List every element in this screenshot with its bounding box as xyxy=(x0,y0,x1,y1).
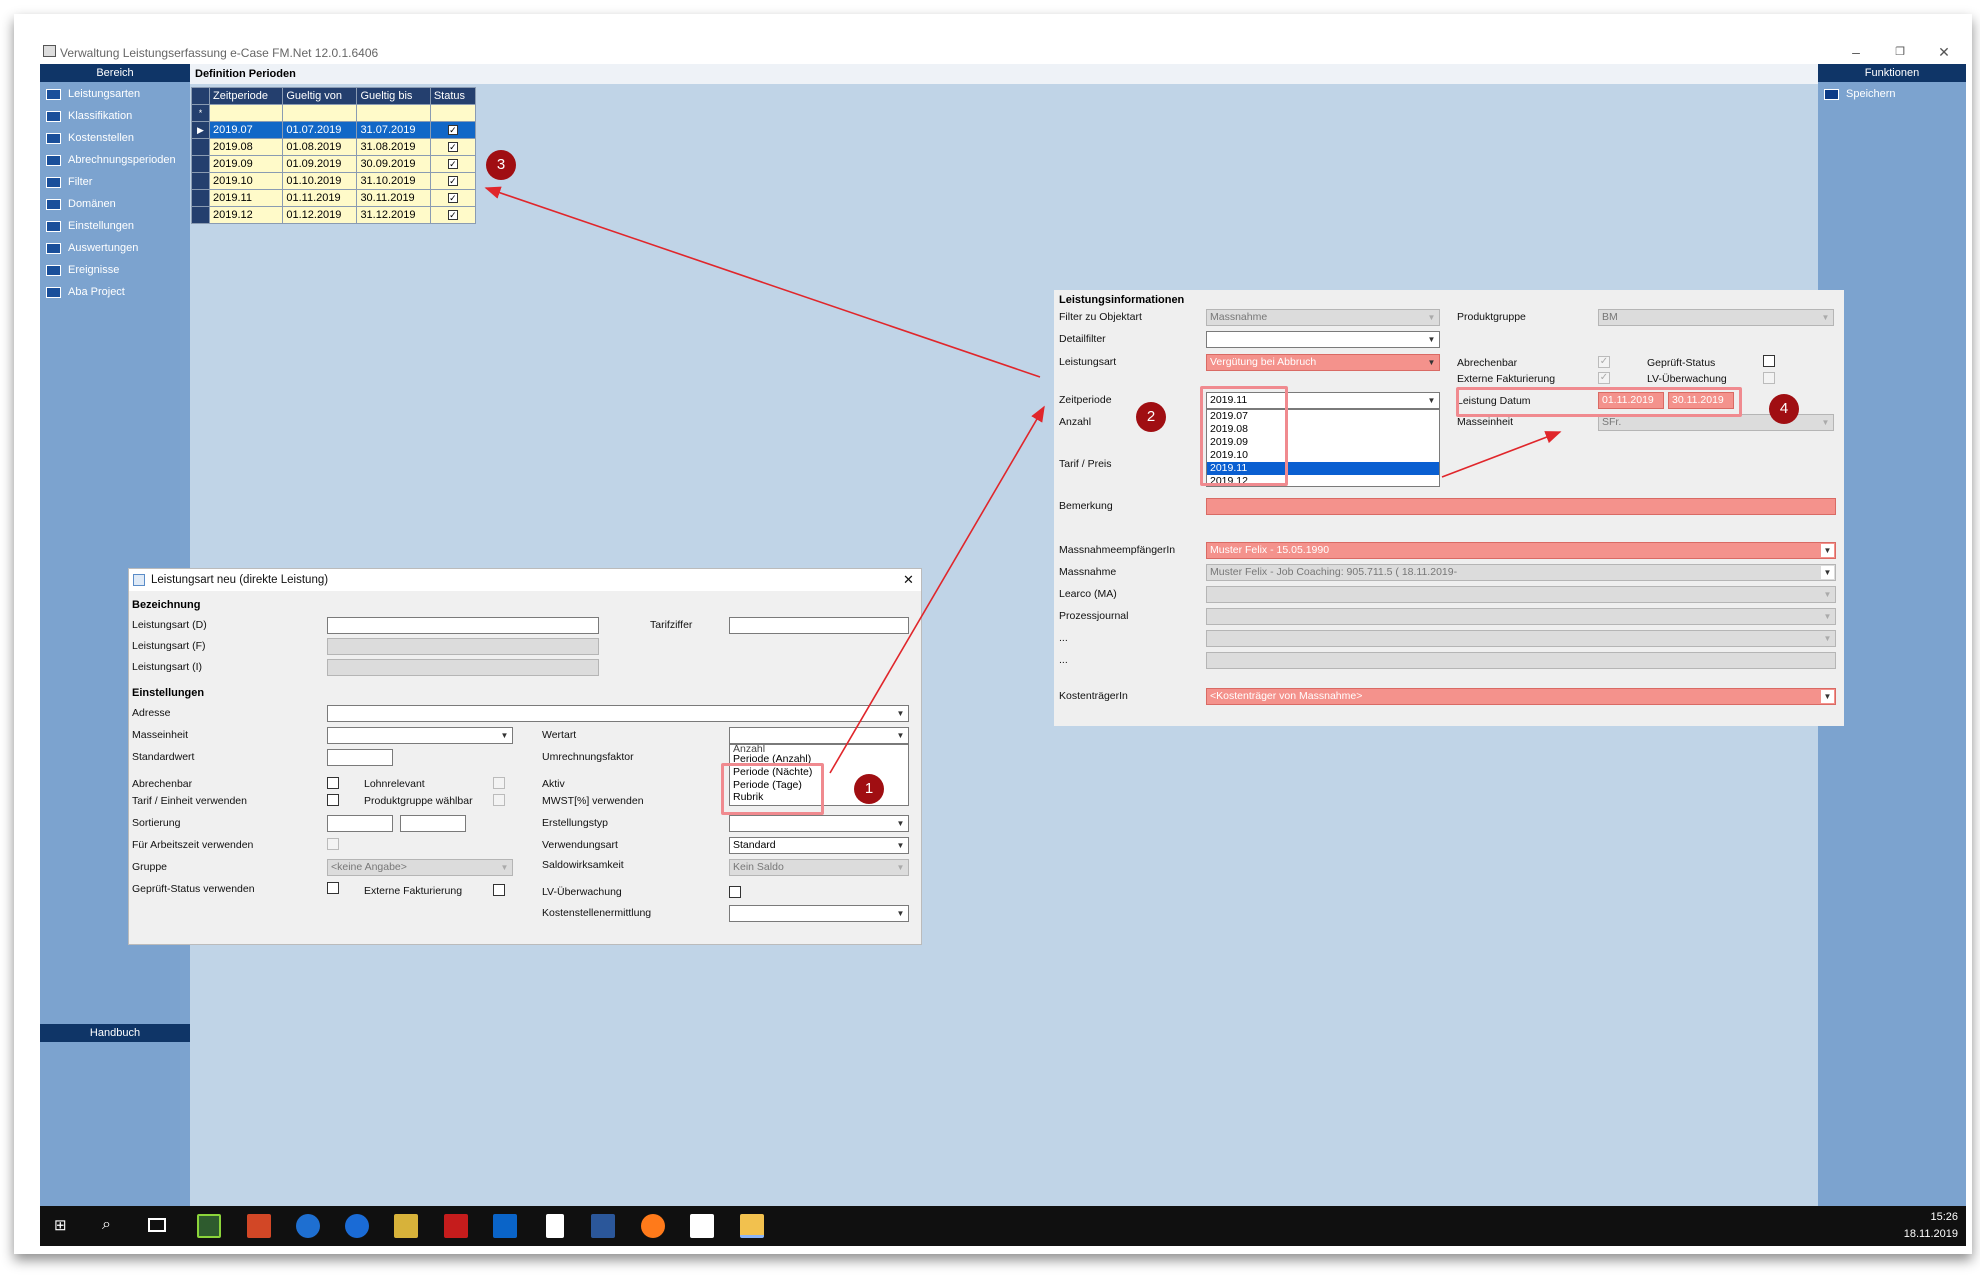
system-clock[interactable]: 15:26 18.11.2019 xyxy=(1904,1209,1958,1243)
file-explorer-icon[interactable] xyxy=(740,1214,764,1238)
search-icon[interactable]: ⌕ xyxy=(102,1216,111,1234)
screenshot-frame: Verwaltung Leistungserfassung e-Case FM.… xyxy=(14,14,1972,1254)
annotation-badge-3: 3 xyxy=(486,150,516,180)
taskbar: ⊞ ⌕ 15:26 18.11.2019 xyxy=(40,1206,1966,1246)
terminal-app-icon[interactable] xyxy=(197,1214,221,1238)
annotation-arrows xyxy=(484,186,1562,774)
outlook-icon[interactable] xyxy=(493,1214,517,1238)
clock-time: 15:26 xyxy=(1930,1211,1958,1223)
arrow-to-datum xyxy=(1441,431,1562,478)
filezilla-icon[interactable] xyxy=(444,1214,468,1238)
document-icon[interactable] xyxy=(546,1214,564,1238)
arrow-to-periods-table xyxy=(484,186,1041,378)
clock-date: 18.11.2019 xyxy=(1903,1228,1958,1240)
app-window: Verwaltung Leistungserfassung e-Case FM.… xyxy=(40,40,1966,1246)
firefox-icon[interactable] xyxy=(641,1214,665,1238)
arrow-to-info-panel xyxy=(829,405,1045,774)
internet-explorer-icon[interactable] xyxy=(296,1214,320,1238)
task-view-icon[interactable] xyxy=(148,1218,166,1232)
powerpoint-icon[interactable] xyxy=(247,1214,271,1238)
teamviewer-icon[interactable] xyxy=(345,1214,369,1238)
annotation-badge-4: 4 xyxy=(1769,394,1799,424)
windows-start-icon[interactable]: ⊞ xyxy=(54,1218,70,1234)
annotation-badge-1: 1 xyxy=(854,774,884,804)
annotation-badge-2: 2 xyxy=(1136,402,1166,432)
tools-app-icon[interactable] xyxy=(394,1214,418,1238)
word-icon[interactable] xyxy=(591,1214,615,1238)
ecase-icon[interactable] xyxy=(690,1214,714,1238)
